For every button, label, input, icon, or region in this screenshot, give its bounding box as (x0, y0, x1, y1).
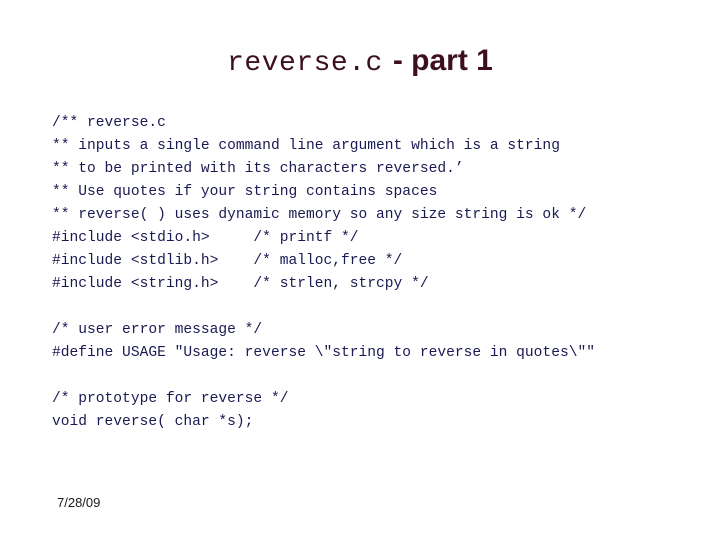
code-line: ** to be printed with its characters rev… (52, 161, 464, 177)
code-line: ** Use quotes if your string contains sp… (52, 184, 438, 200)
code-line: #include <stdlib.h> /* malloc,free */ (52, 253, 403, 269)
code-line: void reverse( char *s); (52, 414, 254, 430)
footer-date: 7/28/09 (57, 495, 101, 510)
code-line: /* prototype for reverse */ (52, 391, 289, 407)
page-title: reverse.c - part 1 (0, 46, 720, 78)
code-block: /** reverse.c ** inputs a single command… (52, 112, 692, 434)
code-line: #include <stdio.h> /* printf */ (52, 230, 359, 246)
page-title-part-label: - part 1 (392, 44, 493, 77)
code-line: /* user error message */ (52, 322, 263, 338)
slide-canvas: reverse.c - part 1 /** reverse.c ** input… (0, 0, 720, 540)
code-line: /** reverse.c (52, 115, 166, 131)
page-title-filename: reverse.c (227, 48, 383, 79)
code-line: ** reverse( ) uses dynamic memory so any… (52, 207, 587, 223)
code-line: ** inputs a single command line argument… (52, 138, 560, 154)
code-line: #include <string.h> /* strlen, strcpy */ (52, 276, 429, 292)
code-line: #define USAGE "Usage: reverse \"string t… (52, 345, 595, 361)
